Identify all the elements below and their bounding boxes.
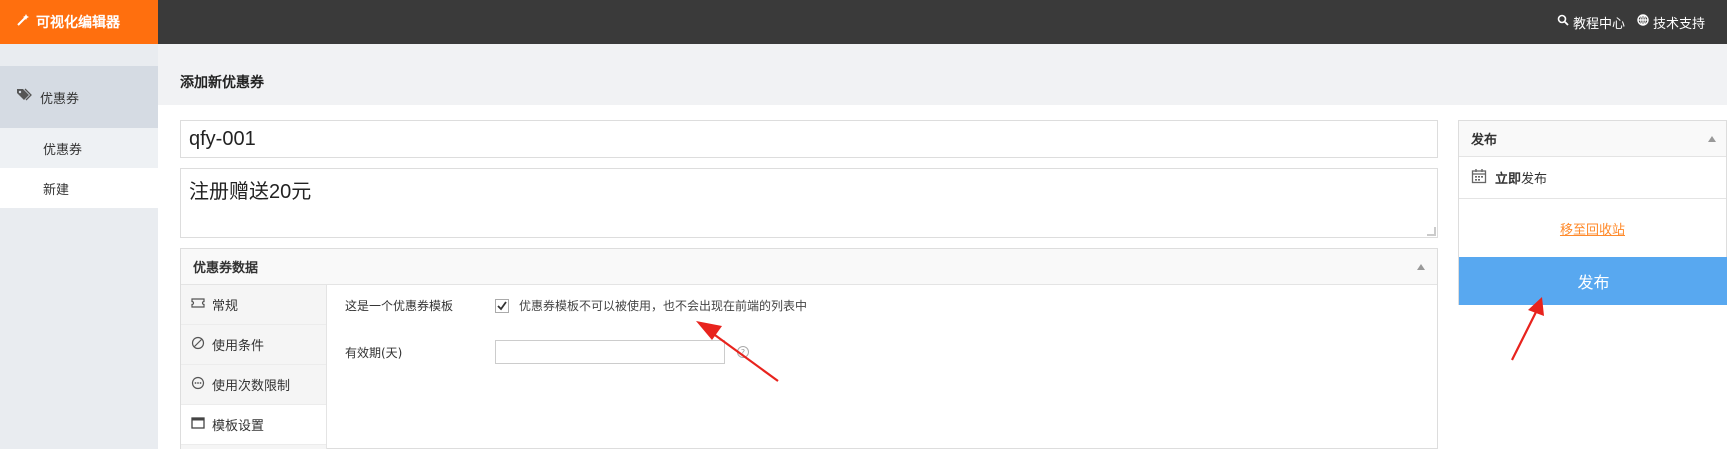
sidebar-item-new[interactable]: 新建	[0, 168, 158, 208]
magic-wand-icon	[16, 13, 30, 31]
validity-label: 有效期(天)	[345, 345, 403, 360]
ticket-icon	[191, 297, 205, 313]
coupon-data-header[interactable]: 优惠券数据	[181, 249, 1437, 285]
tags-icon	[16, 88, 32, 106]
sidebar-section-coupons[interactable]: 优惠券	[0, 66, 158, 128]
tab-template-settings-label: 模板设置	[212, 419, 265, 434]
page-title: 添加新优惠券	[180, 75, 264, 91]
template-label: 这是一个优惠券模板	[345, 299, 454, 313]
sidebar-section-label: 优惠券	[40, 91, 80, 107]
template-checkbox[interactable]	[495, 298, 509, 313]
calendar-icon	[1471, 168, 1487, 188]
validity-days-input[interactable]	[495, 340, 725, 364]
coupon-description-textarea[interactable]: 注册赠送20元	[180, 168, 1438, 238]
coupon-data-title: 优惠券数据	[193, 261, 259, 276]
tab-usage-limits-label: 使用次数限制	[212, 379, 291, 394]
publish-box: 发布 立即发布 移至回收站 发布	[1458, 120, 1727, 305]
tech-support-label: 技术支持	[1652, 16, 1705, 32]
tutorial-center-label: 教程中心	[1572, 16, 1625, 32]
tab-usage-limits[interactable]: 使用次数限制	[181, 365, 326, 405]
tab-usage-conditions-label: 使用条件	[212, 339, 265, 354]
collapse-arrow-icon[interactable]	[1417, 263, 1425, 270]
publish-button[interactable]: 发布	[1459, 257, 1727, 305]
move-to-trash-link[interactable]: 移至回收站	[1459, 199, 1726, 257]
publish-schedule: 立即发布	[1459, 157, 1726, 199]
tutorial-center-link[interactable]: 教程中心	[1557, 13, 1625, 32]
resize-handle-icon[interactable]	[1427, 227, 1436, 236]
publish-header[interactable]: 发布	[1459, 121, 1726, 157]
window-icon	[191, 416, 205, 433]
brand-logo[interactable]: 可视化编辑器	[0, 0, 158, 44]
tab-template-settings[interactable]: 模板设置	[181, 405, 326, 445]
coupon-data-box: 优惠券数据 常规 使用条件 使用次数限制 模板设置 这是一个优惠券模板 优惠券模…	[180, 248, 1438, 449]
template-hint: 优惠券模板不可以被使用，也不会出现在前端的列表中	[519, 299, 808, 313]
tab-general-label: 常规	[212, 299, 239, 314]
block-icon	[191, 336, 205, 354]
tab-general[interactable]: 常规	[181, 285, 326, 325]
dots-circle-icon	[191, 376, 205, 394]
coupon-code-input[interactable]: qfy-001	[180, 120, 1438, 158]
publish-schedule-text: 立即发布	[1495, 168, 1547, 187]
coupon-description-text: 注册赠送20元	[189, 181, 312, 203]
sidebar: 优惠券 优惠券 新建	[0, 44, 158, 449]
publish-schedule-bold: 立即	[1495, 172, 1522, 187]
publish-title: 发布	[1471, 133, 1498, 148]
tab-usage-conditions[interactable]: 使用条件	[181, 325, 326, 365]
sidebar-item-coupons[interactable]: 优惠券	[0, 128, 158, 168]
validity-row: 有效期(天) ?	[345, 340, 749, 364]
tech-support-link[interactable]: 技术支持	[1637, 13, 1705, 32]
top-bar: 可视化编辑器 教程中心 技术支持	[0, 0, 1727, 44]
help-icon[interactable]: ?	[737, 346, 749, 358]
template-row: 这是一个优惠券模板 优惠券模板不可以被使用，也不会出现在前端的列表中	[345, 297, 807, 314]
template-settings-panel: 这是一个优惠券模板 优惠券模板不可以被使用，也不会出现在前端的列表中 有效期(天…	[327, 285, 1437, 449]
search-icon	[1557, 14, 1569, 30]
publish-schedule-rest: 发布	[1521, 172, 1548, 187]
collapse-arrow-icon[interactable]	[1708, 135, 1716, 142]
coupon-data-tabs: 常规 使用条件 使用次数限制 模板设置	[181, 285, 327, 449]
brand-title: 可视化编辑器	[36, 15, 120, 31]
globe-icon	[1637, 14, 1649, 30]
